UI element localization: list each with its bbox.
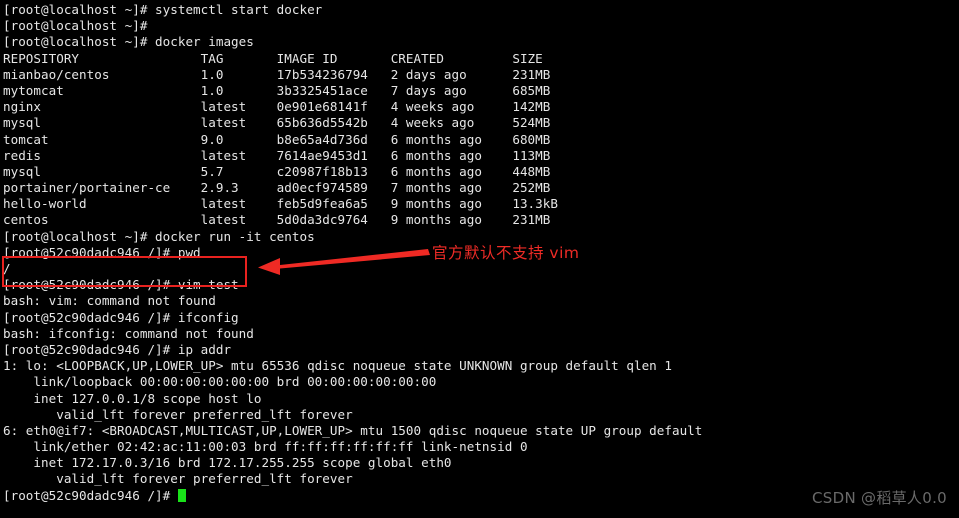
terminal-line: portainer/portainer-ce 2.9.3 ad0ecf97458…	[3, 180, 551, 196]
terminal-window[interactable]: [root@localhost ~]# systemctl start dock…	[0, 0, 959, 518]
terminal-line: link/ether 02:42:ac:11:00:03 brd ff:ff:f…	[3, 439, 528, 455]
terminal-line: mianbao/centos 1.0 17b534236794 2 days a…	[3, 66, 551, 82]
terminal-line: valid_lft forever preferred_lft forever	[3, 406, 353, 422]
terminal-line: valid_lft forever preferred_lft forever	[3, 471, 353, 487]
terminal-line: /	[3, 261, 11, 276]
terminal-line: tomcat 9.0 b8e65a4d736d 6 months ago 680…	[3, 131, 551, 147]
terminal-line: [root@localhost ~]# systemctl start dock…	[3, 2, 323, 17]
terminal-line: centos latest 5d0da3dc9764 9 months ago …	[3, 212, 551, 228]
terminal-line: nginx latest 0e901e68141f 4 weeks ago 14…	[3, 99, 551, 115]
terminal-cursor	[177, 488, 186, 502]
terminal-line: inet 127.0.0.1/8 scope host lo	[3, 390, 262, 406]
terminal-line: [root@localhost ~]# docker images	[3, 34, 254, 50]
terminal-line: 1: lo: <LOOPBACK,UP,LOWER_UP> mtu 65536 …	[3, 358, 672, 374]
terminal-prompt-line[interactable]: [root@52c90dadc946 /]#	[3, 488, 953, 504]
terminal-line: [root@52c90dadc946 /]# ifconfig	[3, 309, 239, 325]
terminal-prompt-text: [root@52c90dadc946 /]#	[3, 487, 178, 503]
terminal-line: mysql 5.7 c20987f18b13 6 months ago 448M…	[3, 163, 551, 179]
terminal-line: bash: ifconfig: command not found	[3, 325, 254, 341]
terminal-line: 6: eth0@if7: <BROADCAST,MULTICAST,UP,LOW…	[3, 422, 703, 438]
terminal-line: REPOSITORY TAG IMAGE ID CREATED SIZE	[3, 50, 543, 66]
terminal-line: hello-world latest feb5d9fea6a5 9 months…	[3, 196, 558, 212]
terminal-line: redis latest 7614ae9453d1 6 months ago 1…	[3, 147, 551, 163]
terminal-line: mysql latest 65b636d5542b 4 weeks ago 52…	[3, 115, 551, 131]
terminal-line: link/loopback 00:00:00:00:00:00 brd 00:0…	[3, 374, 437, 390]
terminal-line: [root@52c90dadc946 /]# ip addr	[3, 341, 232, 357]
terminal-line: [root@52c90dadc946 /]# vim test	[3, 277, 239, 293]
terminal-line: [root@localhost ~]#	[3, 18, 148, 34]
terminal-line: bash: vim: command not found	[3, 293, 216, 309]
terminal-line: mytomcat 1.0 3b3325451ace 7 days ago 685…	[3, 82, 551, 98]
watermark-label: CSDN @稻草人0.0	[812, 489, 947, 507]
terminal-line: inet 172.17.0.3/16 brd 172.17.255.255 sc…	[3, 455, 452, 471]
annotation-label: 官方默认不支持 vim	[432, 244, 580, 262]
